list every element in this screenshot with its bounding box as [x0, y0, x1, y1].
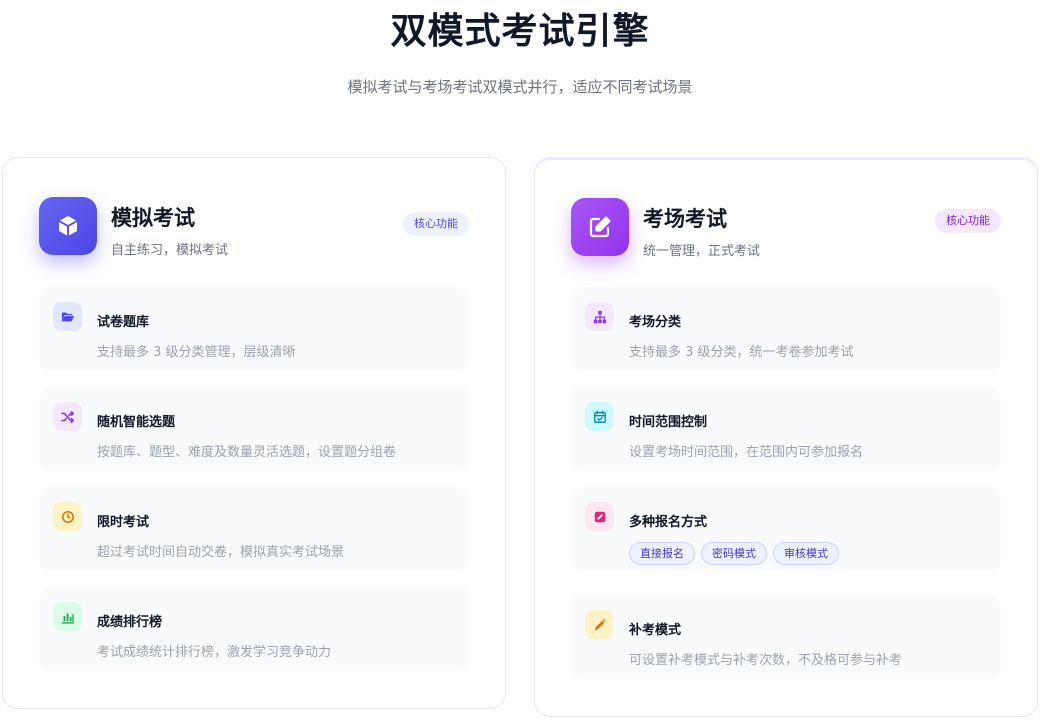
registration-mode-tags: 直接报名 密码模式 审核模式	[629, 542, 839, 565]
feature-makeup-exam: 补考模式 可设置补考模式与补考次数，不及格可参与补考	[571, 595, 1001, 679]
feature-desc: 按题库、题型、难度及数量灵活选题，设置题分组卷	[97, 445, 397, 460]
feature-random-select: 随机智能选题 按题库、题型、难度及数量灵活选题，设置题分组卷	[39, 387, 469, 471]
feature-venue-category: 考场分类 支持最多 3 级分类，统一考卷参加考试	[571, 287, 1001, 371]
feature-title: 试卷题库	[97, 315, 150, 330]
tag-review-mode[interactable]: 审核模式	[773, 542, 839, 565]
venue-exam-card: 考场考试 统一管理，正式考试 核心功能 考场分类 支持最多 3 级分类，统一考卷…	[534, 157, 1038, 717]
mock-exam-title: 模拟考试	[111, 206, 195, 230]
shuffle-icon	[53, 402, 82, 431]
feature-title: 时间范围控制	[629, 415, 708, 430]
pencil-icon	[585, 610, 614, 639]
feature-desc: 设置考场时间范围，在范围内可参加报名	[629, 445, 864, 460]
venue-exam-title: 考场考试	[643, 207, 727, 231]
feature-leaderboard: 成绩排行榜 考试成绩统计排行榜，激发学习竞争动力	[39, 587, 469, 671]
calendar-check-icon	[585, 402, 614, 431]
edit-square-icon	[571, 198, 629, 256]
page-subtitle: 模拟考试与考场考试双模式并行，适应不同考试场景	[347, 78, 693, 96]
mock-exam-card: 模拟考试 自主练习，模拟考试 核心功能 试卷题库 支持最多 3 级分类管理，层级…	[2, 157, 506, 709]
core-feature-badge: 核心功能	[403, 212, 469, 236]
feature-title: 考场分类	[629, 315, 682, 330]
clock-icon	[53, 502, 82, 531]
tag-direct-signup[interactable]: 直接报名	[629, 542, 695, 565]
page-title: 双模式考试引擎	[390, 11, 650, 52]
feature-title: 成绩排行榜	[97, 615, 163, 630]
sitemap-icon	[585, 302, 614, 331]
feature-desc: 可设置补考模式与补考次数，不及格可参与补考	[629, 653, 903, 668]
feature-desc: 考试成绩统计排行榜，激发学习竞争动力	[97, 645, 332, 660]
feature-time-range: 时间范围控制 设置考场时间范围，在范围内可参加报名	[571, 387, 1001, 471]
feature-title: 随机智能选题	[97, 415, 176, 430]
core-feature-badge: 核心功能	[935, 209, 1001, 233]
feature-title: 多种报名方式	[629, 515, 708, 530]
mock-exam-subtitle: 自主练习，模拟考试	[111, 243, 229, 258]
venue-exam-subtitle: 统一管理，正式考试	[643, 244, 761, 259]
feature-title: 补考模式	[629, 623, 682, 638]
feature-question-bank: 试卷题库 支持最多 3 级分类管理，层级清晰	[39, 287, 469, 371]
feature-desc: 超过考试时间自动交卷，模拟真实考试场景	[97, 545, 345, 560]
folder-open-icon	[53, 302, 82, 331]
feature-timed-exam: 限时考试 超过考试时间自动交卷，模拟真实考试场景	[39, 487, 469, 571]
bar-chart-icon	[53, 602, 82, 631]
tag-password-mode[interactable]: 密码模式	[701, 542, 767, 565]
feature-title: 限时考试	[97, 515, 150, 530]
feature-desc: 支持最多 3 级分类，统一考卷参加考试	[629, 345, 854, 360]
pen-square-icon	[585, 502, 614, 531]
feature-registration-modes: 多种报名方式 直接报名 密码模式 审核模式	[571, 487, 1001, 571]
cube-icon	[39, 197, 97, 255]
feature-desc: 支持最多 3 级分类管理，层级清晰	[97, 345, 296, 360]
